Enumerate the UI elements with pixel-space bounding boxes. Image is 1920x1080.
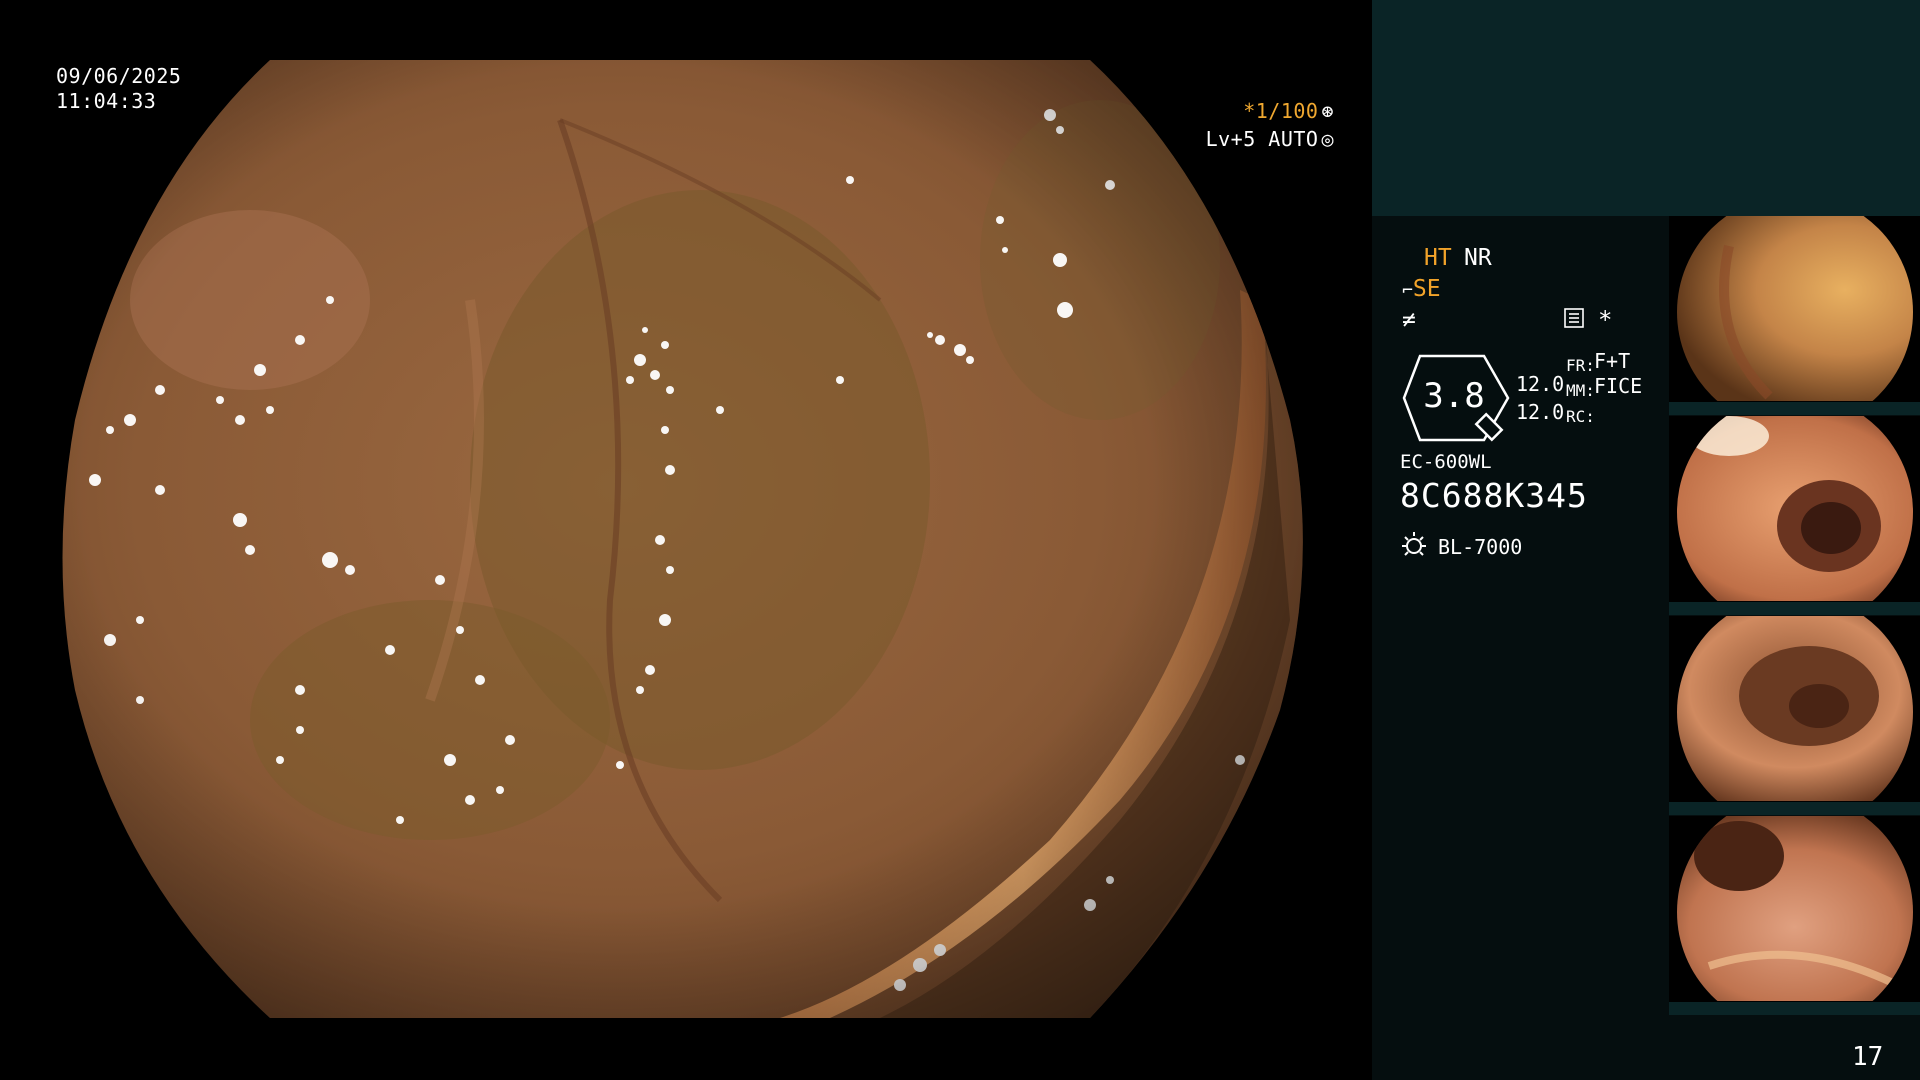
- setting-value-1: 12.0: [1516, 372, 1565, 396]
- zoom-value: 3.8: [1423, 376, 1485, 416]
- rc-label: RC:: [1566, 407, 1595, 426]
- mode-se-label: SE: [1412, 276, 1441, 302]
- mode-ht: HT: [1424, 245, 1452, 271]
- aperture-icon: ⊛: [1321, 99, 1334, 123]
- thumbnail-1-image: [1669, 216, 1920, 415]
- thumbnail-1[interactable]: [1669, 216, 1920, 415]
- exam-time: 11:04:33: [56, 89, 157, 113]
- light-source-model: BL-7000: [1438, 535, 1523, 559]
- shutter-speed-value: *1/100: [1243, 99, 1319, 123]
- brightness-level-value: Lv+5 AUTO: [1205, 127, 1319, 151]
- iris-icon: ◎: [1321, 127, 1334, 151]
- mode-se: ⌐SE: [1402, 275, 1441, 305]
- thumbnail-4[interactable]: [1669, 816, 1920, 1015]
- scope-serial: 8C688K345: [1400, 476, 1588, 515]
- panel-header-area: [1372, 0, 1920, 216]
- thumbnail-4-image: [1669, 816, 1920, 1015]
- exam-date: 09/06/2025: [56, 64, 182, 88]
- shutter-speed: *1/100 ⊛: [1243, 98, 1334, 124]
- endoscope-view: 09/06/2025 11:04:33 *1/100 ⊛ Lv+5 AUTO ◎: [0, 0, 1372, 1080]
- image-count: 17: [1852, 1042, 1884, 1072]
- thumbnail-3-image: [1669, 616, 1920, 815]
- asterisk-indicator: *: [1598, 306, 1613, 334]
- setting-value-2: 12.0: [1516, 400, 1565, 424]
- menu-list-icon: [1564, 308, 1584, 328]
- mode-nr: NR: [1464, 245, 1492, 271]
- mm-label: MM:: [1566, 381, 1595, 400]
- brightness-level: Lv+5 AUTO ◎: [1206, 126, 1334, 152]
- fr-value: F+T: [1594, 349, 1631, 373]
- fr-label: FR:: [1566, 356, 1595, 375]
- light-source-icon: [1402, 532, 1426, 556]
- freeze-icon: ≠: [1402, 307, 1416, 333]
- scope-model: EC-600WL: [1400, 451, 1492, 473]
- thumbnail-3[interactable]: [1669, 616, 1920, 815]
- endoscope-image: [62, 60, 1303, 1018]
- mm-value: FICE: [1594, 374, 1643, 398]
- thumbnail-2[interactable]: [1669, 416, 1920, 615]
- enhance-icon: ⌐: [1402, 280, 1413, 301]
- thumbnail-2-image: [1669, 416, 1920, 615]
